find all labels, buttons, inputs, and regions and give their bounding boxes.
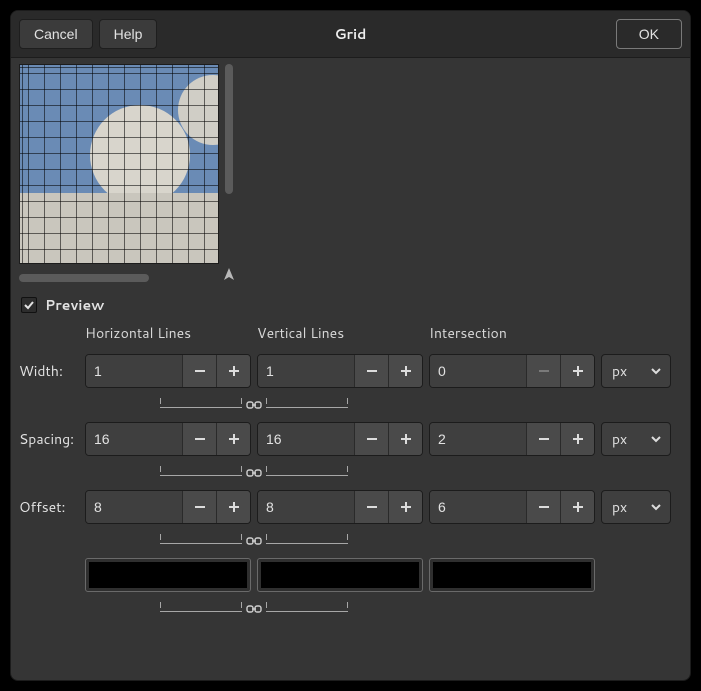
spacing-intersection-spin[interactable]	[429, 422, 595, 456]
preview-image[interactable]	[19, 64, 219, 264]
offset-unit-select[interactable]: px	[601, 490, 671, 524]
spacing-vertical-input[interactable]	[258, 423, 354, 455]
plus-icon[interactable]	[388, 355, 422, 387]
minus-icon[interactable]	[182, 355, 216, 387]
column-header-horizontal: Horizontal Lines	[85, 325, 251, 346]
spacing-intersection-input[interactable]	[430, 423, 526, 455]
preview-vertical-scrollbar[interactable]	[225, 64, 233, 194]
offset-intersection-spin[interactable]	[429, 490, 595, 524]
width-horizontal-spin[interactable]	[85, 354, 251, 388]
minus-icon[interactable]	[182, 491, 216, 523]
width-vertical-input[interactable]	[258, 355, 354, 387]
minus-icon[interactable]	[526, 423, 560, 455]
spacing-vertical-spin[interactable]	[257, 422, 423, 456]
ok-button[interactable]: OK	[616, 19, 682, 49]
spacing-unit-select[interactable]: px	[601, 422, 671, 456]
offset-horizontal-input[interactable]	[86, 491, 182, 523]
preview-checkbox[interactable]	[21, 297, 37, 313]
navigate-icon[interactable]	[221, 266, 237, 289]
spacing-horizontal-input[interactable]	[86, 423, 182, 455]
color-horizontal-swatch[interactable]	[85, 558, 251, 592]
help-button[interactable]: Help	[99, 19, 158, 49]
chevron-down-icon	[650, 365, 662, 377]
spacing-label: Spacing:	[19, 429, 79, 449]
width-intersection-input[interactable]	[430, 355, 526, 387]
width-intersection-spin[interactable]	[429, 354, 595, 388]
offset-vertical-spin[interactable]	[257, 490, 423, 524]
grid-dialog: Cancel Help Grid OK Preview	[10, 10, 691, 681]
chain-link-icon[interactable]	[246, 535, 262, 547]
minus-icon[interactable]	[354, 423, 388, 455]
spacing-horizontal-spin[interactable]	[85, 422, 251, 456]
plus-icon[interactable]	[560, 355, 594, 387]
plus-icon[interactable]	[388, 423, 422, 455]
preview-checkbox-label: Preview	[45, 295, 104, 315]
plus-icon[interactable]	[560, 491, 594, 523]
plus-icon[interactable]	[560, 423, 594, 455]
offset-horizontal-spin[interactable]	[85, 490, 251, 524]
color-vertical-swatch[interactable]	[257, 558, 423, 592]
cancel-button[interactable]: Cancel	[19, 19, 93, 49]
column-header-vertical: Vertical Lines	[257, 325, 423, 346]
plus-icon[interactable]	[216, 423, 250, 455]
offset-intersection-input[interactable]	[430, 491, 526, 523]
chain-link-icon[interactable]	[246, 467, 262, 479]
column-header-intersection: Intersection	[429, 325, 595, 346]
chain-link-icon[interactable]	[246, 399, 262, 411]
width-unit-select[interactable]: px	[601, 354, 671, 388]
minus-icon[interactable]	[182, 423, 216, 455]
width-label: Width:	[19, 361, 79, 381]
minus-icon[interactable]	[526, 491, 560, 523]
width-vertical-spin[interactable]	[257, 354, 423, 388]
preview-horizontal-scrollbar[interactable]	[19, 274, 149, 282]
width-horizontal-input[interactable]	[86, 355, 182, 387]
chevron-down-icon	[650, 433, 662, 445]
chain-link-icon[interactable]	[246, 603, 262, 615]
offset-label: Offset:	[19, 497, 79, 517]
chevron-down-icon	[650, 501, 662, 513]
color-intersection-swatch[interactable]	[429, 558, 595, 592]
plus-icon[interactable]	[216, 355, 250, 387]
minus-icon[interactable]	[354, 491, 388, 523]
grid-overlay	[20, 65, 218, 263]
minus-icon[interactable]	[526, 355, 560, 387]
minus-icon[interactable]	[354, 355, 388, 387]
dialog-header: Cancel Help Grid OK	[11, 11, 690, 58]
offset-vertical-input[interactable]	[258, 491, 354, 523]
plus-icon[interactable]	[388, 491, 422, 523]
plus-icon[interactable]	[216, 491, 250, 523]
